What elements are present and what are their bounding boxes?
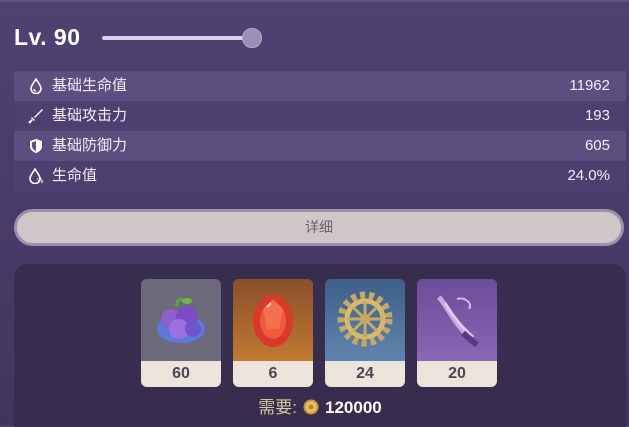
- material-count: 24: [325, 361, 405, 387]
- level-slider-thumb[interactable]: [242, 28, 262, 48]
- level-label: Lv. 90: [14, 24, 81, 50]
- material-card-feather[interactable]: 20: [417, 279, 497, 387]
- level-bar: Lv. 90: [14, 24, 614, 54]
- material-count: 60: [141, 361, 221, 387]
- purple-berry-icon: [141, 279, 221, 361]
- stat-label: 基础攻击力: [52, 107, 128, 124]
- hp-drop-icon: [30, 78, 42, 94]
- materials-panel: 60 6 24 20 需要: 120000: [14, 264, 626, 427]
- feather-icon: [417, 279, 497, 361]
- stat-row-hp-percent: % 生命值 24.0%: [14, 161, 626, 191]
- stat-value: 193: [584, 107, 610, 124]
- stat-label: 生命值: [52, 167, 98, 184]
- details-button[interactable]: 详细: [14, 209, 624, 246]
- stat-value: 11962: [569, 77, 610, 94]
- stat-label: 基础生命值: [52, 77, 128, 94]
- shield-icon: [30, 139, 42, 153]
- cost-line: 需要: 120000: [14, 396, 626, 420]
- level-slider[interactable]: [102, 28, 262, 48]
- sword-icon: [28, 109, 43, 124]
- stat-value: 24.0%: [567, 167, 610, 184]
- gear-icon: [325, 279, 405, 361]
- stat-value: 605: [584, 137, 610, 154]
- material-card-gear[interactable]: 24: [325, 279, 405, 387]
- hp-percent-icon: %: [29, 168, 44, 184]
- stats-list: 基础生命值 11962 基础攻击力 193 基础防御力 605 % 生命值 24…: [14, 71, 626, 191]
- material-card-gem[interactable]: 6: [233, 279, 313, 387]
- svg-text:%: %: [37, 177, 44, 184]
- cost-value: 120000: [325, 398, 382, 417]
- stat-row-base-atk: 基础攻击力 193: [14, 101, 626, 131]
- material-card-berry[interactable]: 60: [141, 279, 221, 387]
- red-gem-icon: [233, 279, 313, 361]
- mora-coin-icon: [303, 399, 319, 415]
- material-count: 20: [417, 361, 497, 387]
- ascension-panel: Lv. 90 基础生命值 11962 基础攻击力 193 基础防御力 605 %…: [0, 0, 629, 427]
- stat-row-base-hp: 基础生命值 11962: [14, 71, 626, 101]
- stat-label: 基础防御力: [52, 137, 128, 154]
- cost-label: 需要:: [258, 398, 297, 417]
- stat-row-base-def: 基础防御力 605: [14, 131, 626, 161]
- material-count: 6: [233, 361, 313, 387]
